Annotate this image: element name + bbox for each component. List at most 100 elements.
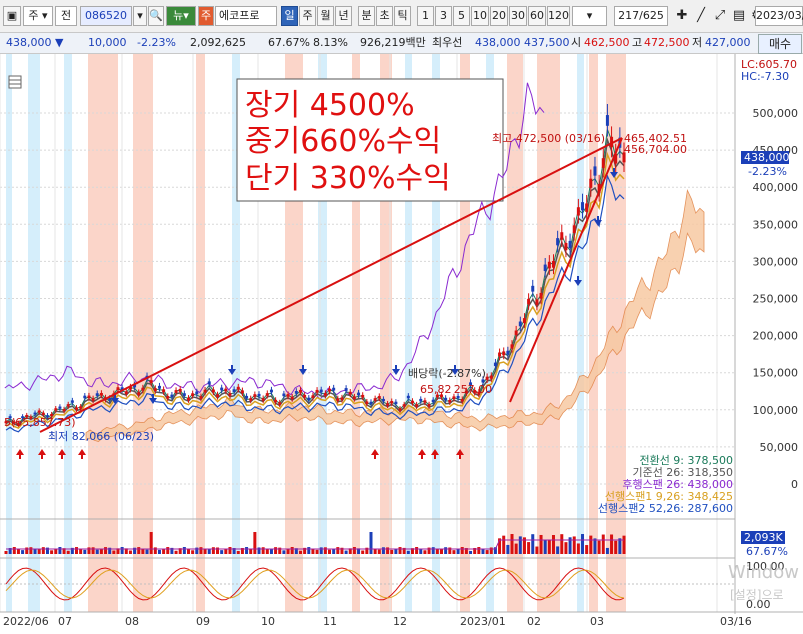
low-label: 저	[692, 36, 703, 49]
price-tag-pct: -2.23%	[748, 165, 787, 178]
volume-bar	[589, 535, 593, 554]
volume-bar	[601, 534, 605, 554]
volume-bar	[37, 549, 41, 554]
candle-body	[99, 392, 103, 396]
turnover-pct: 8.13%	[313, 36, 348, 49]
volume-bar	[323, 547, 327, 554]
chart-settings-icon[interactable]	[8, 75, 22, 89]
candle-body	[211, 389, 215, 393]
volume-bar	[510, 534, 514, 554]
quote-bar: 438,000 ▼ 10,000 -2.23% 2,092,625 67.67%…	[0, 33, 803, 54]
count-30[interactable]: 30	[509, 6, 527, 26]
page-counter: 217/625	[614, 6, 668, 26]
candle-body	[361, 394, 365, 398]
market-select[interactable]: 주 ▾	[23, 6, 53, 26]
volume-bar	[518, 536, 522, 554]
save-icon[interactable]: ▤	[731, 6, 747, 26]
interval-tick[interactable]: 틱	[394, 6, 411, 26]
candle-body	[157, 385, 161, 389]
candle-body	[91, 398, 95, 401]
price-chart[interactable]: 장기 4500% 중기660%수익 단기 330%수익 최고 472,500 (…	[0, 54, 803, 634]
candle-body	[75, 407, 79, 410]
zoom-icon[interactable]: ⤢	[712, 6, 728, 26]
volume-bar	[336, 547, 340, 554]
interval-minute[interactable]: 분	[358, 6, 375, 26]
volume-bar	[593, 538, 597, 554]
volume-bar	[328, 549, 332, 554]
volume-bar	[332, 549, 336, 554]
volume-bar	[381, 547, 385, 554]
volume-bar	[95, 549, 99, 554]
volume-bar	[352, 547, 356, 554]
stock-name-field[interactable]: 에코프로	[215, 6, 277, 26]
x-tick-label: 2022/06	[3, 615, 49, 628]
interval-day[interactable]: 일	[281, 6, 298, 26]
code-input[interactable]: 086520	[80, 6, 132, 26]
count-3[interactable]: 3	[435, 6, 452, 26]
count-5[interactable]: 5	[453, 6, 470, 26]
volume-bar	[162, 548, 166, 554]
volume-bar	[556, 546, 560, 554]
crosshair-icon[interactable]: ✚	[674, 6, 690, 26]
volume-bar	[41, 547, 45, 554]
candle-body	[365, 401, 369, 404]
volume-bar	[535, 546, 539, 554]
candle-body	[485, 376, 489, 380]
amount-value: 926,219백만	[360, 36, 426, 49]
candle-body	[522, 318, 526, 324]
candle-body	[460, 398, 464, 402]
volume-tag-pct: 67.67%	[746, 545, 788, 558]
candle-body	[66, 404, 70, 407]
volume-bar	[269, 549, 273, 554]
candle-body	[581, 202, 585, 211]
volume-bar	[261, 547, 265, 554]
interval-second[interactable]: 초	[376, 6, 393, 26]
x-tick-label: 10	[261, 615, 275, 628]
buy-button[interactable]: 매수	[758, 34, 802, 54]
volume-bar	[390, 549, 394, 554]
candle-body	[37, 410, 41, 413]
date-field[interactable]: 2023/03/	[755, 6, 803, 26]
custom-count-input[interactable]: ▾	[572, 6, 607, 26]
best-label: 최우선	[432, 36, 463, 49]
candle-body	[307, 397, 311, 401]
low-note: 최저 82,066 (06/23)	[48, 430, 154, 443]
volume-bar	[605, 547, 609, 554]
volume-bar	[361, 550, 365, 554]
candle-body	[153, 388, 157, 392]
volume-bar	[514, 543, 518, 554]
candle-body	[593, 166, 597, 176]
chart-type-icon[interactable]: ▣	[3, 6, 21, 26]
search-icon[interactable]: 🔍	[148, 6, 164, 26]
news-button[interactable]: 뉴▾	[166, 6, 196, 26]
candle-body	[186, 397, 190, 401]
candle-body	[551, 260, 555, 268]
count-1[interactable]: 1	[417, 6, 434, 26]
draw-tool-icon[interactable]: ╱	[693, 6, 709, 26]
candle-body	[601, 158, 605, 168]
count-60[interactable]: 60	[528, 6, 546, 26]
y-tick-label: 300,000	[753, 255, 799, 268]
count-10[interactable]: 10	[471, 6, 489, 26]
interval-year[interactable]: 년	[335, 6, 352, 26]
interval-month[interactable]: 월	[317, 6, 334, 26]
count-20[interactable]: 20	[490, 6, 508, 26]
code-dropdown-icon[interactable]: ▾	[133, 6, 147, 26]
volume-bar	[547, 539, 551, 554]
watermark-line-2: [설정]으로	[730, 588, 784, 602]
volume-bar	[481, 548, 485, 554]
all-select[interactable]: 전	[55, 6, 77, 26]
dividend-note: 배당락(-2.87%)	[408, 367, 486, 380]
interval-week[interactable]: 주	[299, 6, 316, 26]
candle-body	[278, 402, 282, 405]
candle-body	[489, 375, 493, 379]
candle-body	[560, 232, 564, 240]
candle-body	[149, 380, 153, 384]
volume-bar	[551, 535, 555, 554]
candle-body	[444, 397, 448, 401]
count-120[interactable]: 120	[547, 6, 570, 26]
stock-tag: 주	[198, 6, 214, 26]
candle-body	[585, 203, 589, 212]
high-label: 고	[632, 36, 643, 49]
volume-bar	[298, 550, 302, 554]
